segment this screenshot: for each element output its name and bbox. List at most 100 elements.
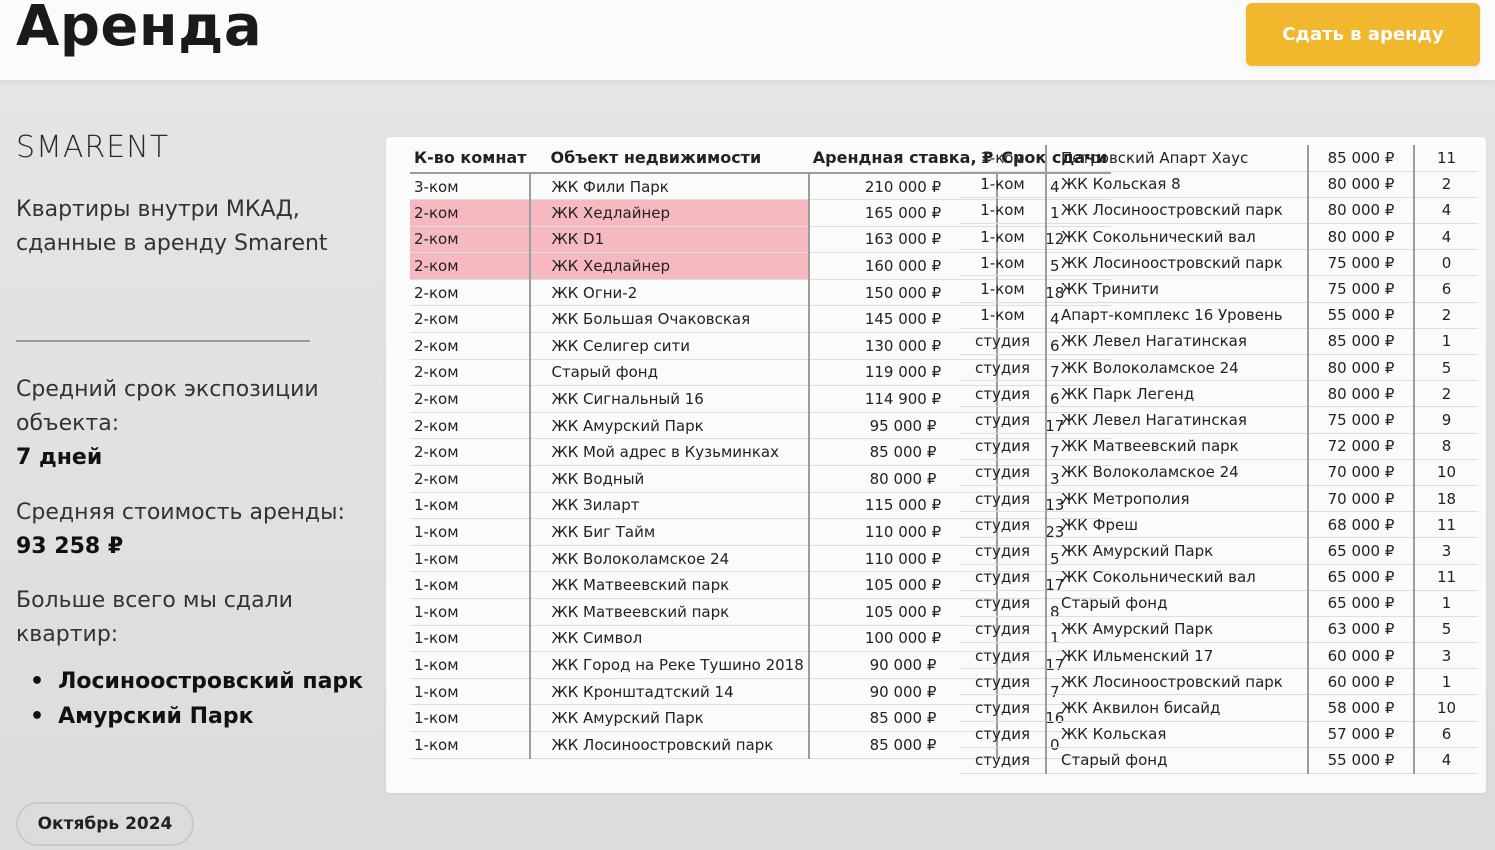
cell-term: 2 <box>1414 302 1478 329</box>
cell-object: ЖК Парк Легенд <box>1045 380 1309 408</box>
cell-term: 4 <box>1414 197 1478 225</box>
cell-rooms: 1-ком <box>410 598 531 626</box>
cell-rooms: 2-ком <box>410 279 531 307</box>
cell-rooms: 1-ком <box>960 249 1046 277</box>
cell-term: 2 <box>1414 171 1478 198</box>
cell-rooms: 2-ком <box>410 332 531 360</box>
header-object: Объект недвижимости <box>530 147 809 174</box>
table-row: студия ЖК Амурский Парк 63 000 ₽5 <box>960 616 1478 644</box>
divider <box>16 340 310 342</box>
cell-rooms: 1-ком <box>410 678 531 706</box>
cell-object: Старый фонд <box>1045 590 1309 617</box>
cell-rooms: студия <box>960 564 1046 591</box>
cell-object: ЖК Амурский Парк <box>529 412 810 440</box>
cell-rooms: студия <box>960 485 1046 513</box>
cell-rate: 75 000 ₽ <box>1308 275 1415 303</box>
cell-rate: 75 000 ₽ <box>1308 249 1415 277</box>
cell-object: ЖК Хедлайнер <box>529 252 810 280</box>
cell-term: 1 <box>1414 590 1478 617</box>
cell-rate: 80 000 ₽ <box>1308 223 1415 251</box>
cell-object: Петровский Апарт Хаус <box>1045 145 1309 172</box>
cell-rate: 72 000 ₽ <box>1308 433 1415 460</box>
cell-term: 6 <box>1414 721 1478 748</box>
cell-term: 18 <box>1414 485 1478 513</box>
cell-rate: 58 000 ₽ <box>1308 694 1415 722</box>
cell-term: 11 <box>1414 564 1478 591</box>
cell-rate: 57 000 ₽ <box>1308 721 1415 748</box>
table-row: студия ЖК Метрополия 70 000 ₽18 <box>960 485 1478 513</box>
cell-rooms: студия <box>960 747 1046 775</box>
cell-rate: 80 000 ₽ <box>1308 171 1415 198</box>
table-row: студия ЖК Сокольнический вал 65 000 ₽11 <box>960 564 1478 591</box>
table-row: студия ЖК Амурский Парк 65 000 ₽3 <box>960 537 1478 565</box>
cell-object: ЖК Аквилон бисайд <box>1045 694 1309 722</box>
table-row: 1-ком ЖК Лосиноостровский парк 80 000 ₽4 <box>960 197 1478 225</box>
table-row: 1-ком Апарт-комплекс 16 Уровень 55 000 ₽2 <box>960 302 1478 329</box>
cell-rate: 80 000 ₽ <box>1308 380 1415 408</box>
cell-object: ЖК Метрополия <box>1045 485 1309 513</box>
table-row: студия ЖК Левел Нагатинская 85 000 ₽1 <box>960 328 1478 356</box>
cell-rooms: 2-ком <box>410 199 531 227</box>
cell-rooms: 2-ком <box>410 438 531 467</box>
cell-rooms: 1-ком <box>960 145 1046 172</box>
avg-price-stat: Средняя стоимость аренды: 93 258 ₽ <box>16 496 376 564</box>
top-bar: Аренда Сдать в аренду <box>0 0 1495 80</box>
exposure-stat: Средний срок экспозиции объекта: 7 дней <box>16 373 376 475</box>
cell-object: ЖК Ильменский 17 <box>1045 642 1309 670</box>
avg-price-label: Средняя стоимость аренды: <box>16 500 345 525</box>
cell-object: ЖК Матвеевский парк <box>529 571 810 599</box>
cell-rooms: 1-ком <box>410 625 531 653</box>
cell-term: 9 <box>1414 406 1478 434</box>
cell-rate: 85 000 ₽ <box>1308 328 1415 356</box>
table-row: студия ЖК Аквилон бисайд 58 000 ₽10 <box>960 694 1478 722</box>
cell-rooms: 2-ком <box>410 359 531 387</box>
cell-term: 5 <box>1414 616 1478 644</box>
cell-term: 10 <box>1414 694 1478 722</box>
cell-rooms: 1-ком <box>960 302 1046 329</box>
cell-object: ЖК Зиларт <box>529 492 810 520</box>
table-row: студия ЖК Ильменский 17 60 000 ₽3 <box>960 642 1478 670</box>
cell-rooms: 1-ком <box>410 651 531 679</box>
table-row: студия ЖК Волоколамское 24 70 000 ₽10 <box>960 459 1478 486</box>
date-badge[interactable]: Октябрь 2024 <box>16 802 194 846</box>
cell-object: ЖК Город на Реке Тушино 2018 <box>529 651 810 679</box>
cell-object: ЖК D1 <box>529 226 810 254</box>
cell-rooms: 1-ком <box>410 731 531 759</box>
cell-term: 11 <box>1414 511 1478 539</box>
cell-object: Старый фонд <box>529 359 810 387</box>
cell-object: ЖК Хедлайнер <box>529 199 810 227</box>
cell-object: ЖК Матвеевский парк <box>529 598 810 626</box>
cell-object: ЖК Сокольнический вал <box>1045 564 1309 591</box>
cell-term: 3 <box>1414 537 1478 565</box>
cell-object: ЖК Левел Нагатинская <box>1045 328 1309 356</box>
page-title: Аренда <box>16 0 263 59</box>
cell-rate: 65 000 ₽ <box>1308 590 1415 617</box>
cell-rooms: 1-ком <box>410 704 531 732</box>
cell-rooms: 2-ком <box>410 465 531 493</box>
header-rooms: К-во комнат <box>410 147 531 174</box>
cell-rooms: 2-ком <box>410 385 531 413</box>
cell-rooms: 2-ком <box>410 412 531 440</box>
cell-rooms: студия <box>960 406 1046 434</box>
cell-rate: 60 000 ₽ <box>1308 642 1415 670</box>
cell-term: 1 <box>1414 668 1478 696</box>
cell-rooms: студия <box>960 511 1046 539</box>
rent-out-button[interactable]: Сдать в аренду <box>1246 3 1480 66</box>
cell-term: 10 <box>1414 459 1478 486</box>
table-row: студия Старый фонд 55 000 ₽4 <box>960 747 1478 775</box>
cell-object: ЖК Сигнальный 16 <box>529 385 810 413</box>
cell-object: ЖК Тринити <box>1045 275 1309 303</box>
cell-term: 11 <box>1414 145 1478 172</box>
cell-rooms: 1-ком <box>960 171 1046 198</box>
cell-object: ЖК Большая Очаковская <box>529 305 810 334</box>
rentals-table-right: 1-ком Петровский Апарт Хаус 85 000 ₽11 1-ко… <box>960 145 1478 775</box>
cell-object: Старый фонд <box>1045 747 1309 775</box>
cell-object: ЖК Кронштадтский 14 <box>529 678 810 706</box>
cell-object: ЖК Селигер сити <box>529 332 810 360</box>
cell-rate: 55 000 ₽ <box>1308 747 1415 775</box>
cell-object: ЖК Мой адрес в Кузьминках <box>529 438 810 467</box>
table-row: 1-ком ЖК Кольская 8 80 000 ₽2 <box>960 171 1478 198</box>
cell-rate: 68 000 ₽ <box>1308 511 1415 539</box>
cell-object: ЖК Амурский Парк <box>1045 616 1309 644</box>
cell-rate: 80 000 ₽ <box>1308 354 1415 382</box>
